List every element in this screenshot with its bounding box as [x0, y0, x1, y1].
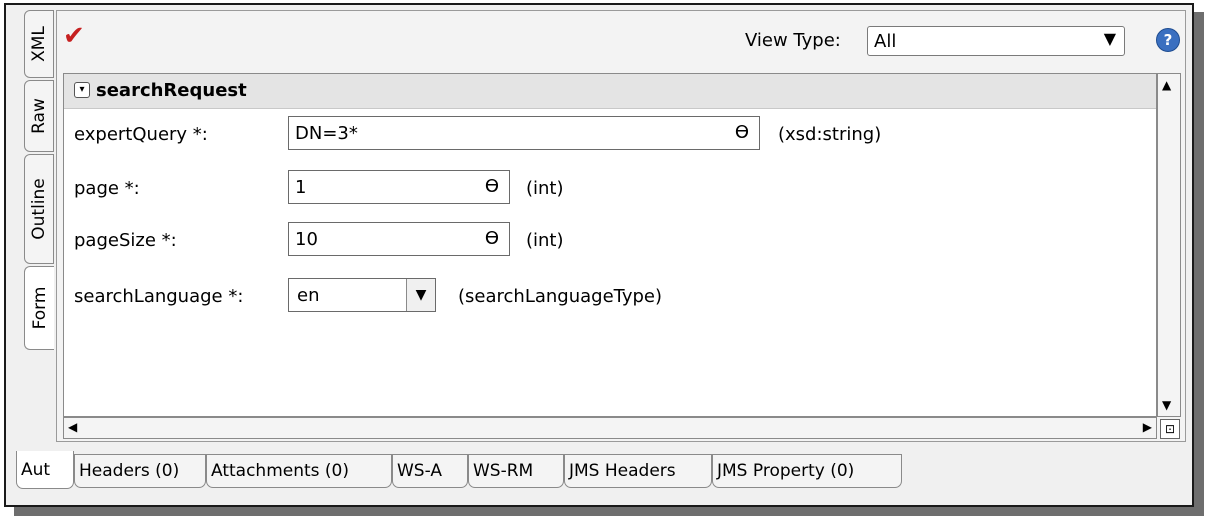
- page-input[interactable]: 1 ϴ: [288, 170, 510, 204]
- tab-ws-rm[interactable]: WS-RM: [468, 454, 564, 488]
- tab-raw[interactable]: Raw: [24, 80, 54, 152]
- scroll-left-icon[interactable]: ◀: [68, 420, 77, 434]
- tab-ws-a[interactable]: WS-A: [392, 454, 468, 488]
- search-language-select[interactable]: en ▼: [288, 278, 436, 312]
- tab-xml[interactable]: XML: [24, 10, 54, 78]
- tab-auth[interactable]: Aut: [16, 451, 74, 489]
- search-language-label: searchLanguage *:: [74, 286, 244, 307]
- tab-jms-property[interactable]: JMS Property (0): [712, 454, 902, 488]
- horizontal-scrollbar[interactable]: ◀ ▶: [63, 417, 1157, 439]
- view-type-label: View Type:: [745, 30, 841, 51]
- nil-toggle-icon[interactable]: ϴ: [485, 228, 499, 249]
- toolbar: ✔ View Type: All ▼ ?: [57, 11, 1185, 71]
- expert-query-label: expertQuery *:: [74, 124, 208, 145]
- view-type-select[interactable]: All ▼: [867, 26, 1125, 56]
- chevron-down-icon: ▼: [1103, 29, 1116, 48]
- expert-query-input[interactable]: DN=3* ϴ: [288, 116, 760, 150]
- tab-form-label: Form: [29, 286, 50, 330]
- tab-xml-label: XML: [29, 26, 49, 62]
- tab-attachments-label: Attachments (0): [211, 461, 350, 481]
- view-type-value: All: [874, 31, 897, 52]
- tab-outline-label: Outline: [29, 178, 49, 240]
- scroll-down-icon[interactable]: ▼: [1162, 398, 1171, 412]
- tab-headers[interactable]: Headers (0): [74, 454, 206, 488]
- chevron-down-icon[interactable]: ▼: [406, 279, 435, 311]
- nil-toggle-icon[interactable]: ϴ: [485, 176, 499, 197]
- expert-query-type: (xsd:string): [778, 124, 882, 145]
- help-icon[interactable]: ?: [1156, 28, 1180, 52]
- tab-outline[interactable]: Outline: [24, 154, 54, 264]
- tab-raw-label: Raw: [29, 98, 49, 134]
- search-language-type: (searchLanguageType): [458, 286, 663, 307]
- tab-auth-label: Aut: [21, 460, 51, 480]
- nil-toggle-icon[interactable]: ϴ: [735, 122, 749, 143]
- section-title: searchRequest: [96, 80, 247, 101]
- tab-ws-rm-label: WS-RM: [473, 461, 534, 481]
- tab-jms-headers[interactable]: JMS Headers: [564, 454, 712, 488]
- tab-jms-headers-label: JMS Headers: [569, 461, 676, 481]
- page-size-label: pageSize *:: [74, 230, 177, 251]
- checkmark-icon[interactable]: ✔: [63, 21, 85, 51]
- collapse-icon[interactable]: ▾: [74, 82, 90, 98]
- tab-attachments[interactable]: Attachments (0): [206, 454, 392, 488]
- page-size-input[interactable]: 10 ϴ: [288, 222, 510, 256]
- form-panel: ✔ View Type: All ▼ ? ▾ searchRequest exp…: [56, 10, 1186, 442]
- tab-headers-label: Headers (0): [79, 461, 180, 481]
- zoom-icon[interactable]: ⊡: [1160, 419, 1180, 439]
- page-label: page *:: [74, 178, 140, 199]
- search-language-value: en: [297, 285, 320, 306]
- page-value: 1: [295, 177, 307, 198]
- expert-query-value: DN=3*: [295, 123, 358, 144]
- form-content: ▾ searchRequest expertQuery *: DN=3* ϴ (…: [63, 73, 1157, 417]
- page-size-type: (int): [526, 230, 564, 251]
- vertical-tab-bar: XML Raw Outline Form: [20, 10, 56, 440]
- section-header: ▾ searchRequest: [64, 74, 1156, 109]
- page-size-value: 10: [295, 229, 318, 250]
- vertical-scrollbar[interactable]: ▲ ▼: [1157, 73, 1181, 417]
- tab-ws-a-label: WS-A: [397, 461, 442, 481]
- tab-jms-property-label: JMS Property (0): [717, 461, 855, 481]
- scroll-right-icon[interactable]: ▶: [1143, 420, 1152, 434]
- tab-form[interactable]: Form: [24, 266, 54, 350]
- page-type: (int): [526, 178, 564, 199]
- scroll-up-icon[interactable]: ▲: [1162, 78, 1171, 92]
